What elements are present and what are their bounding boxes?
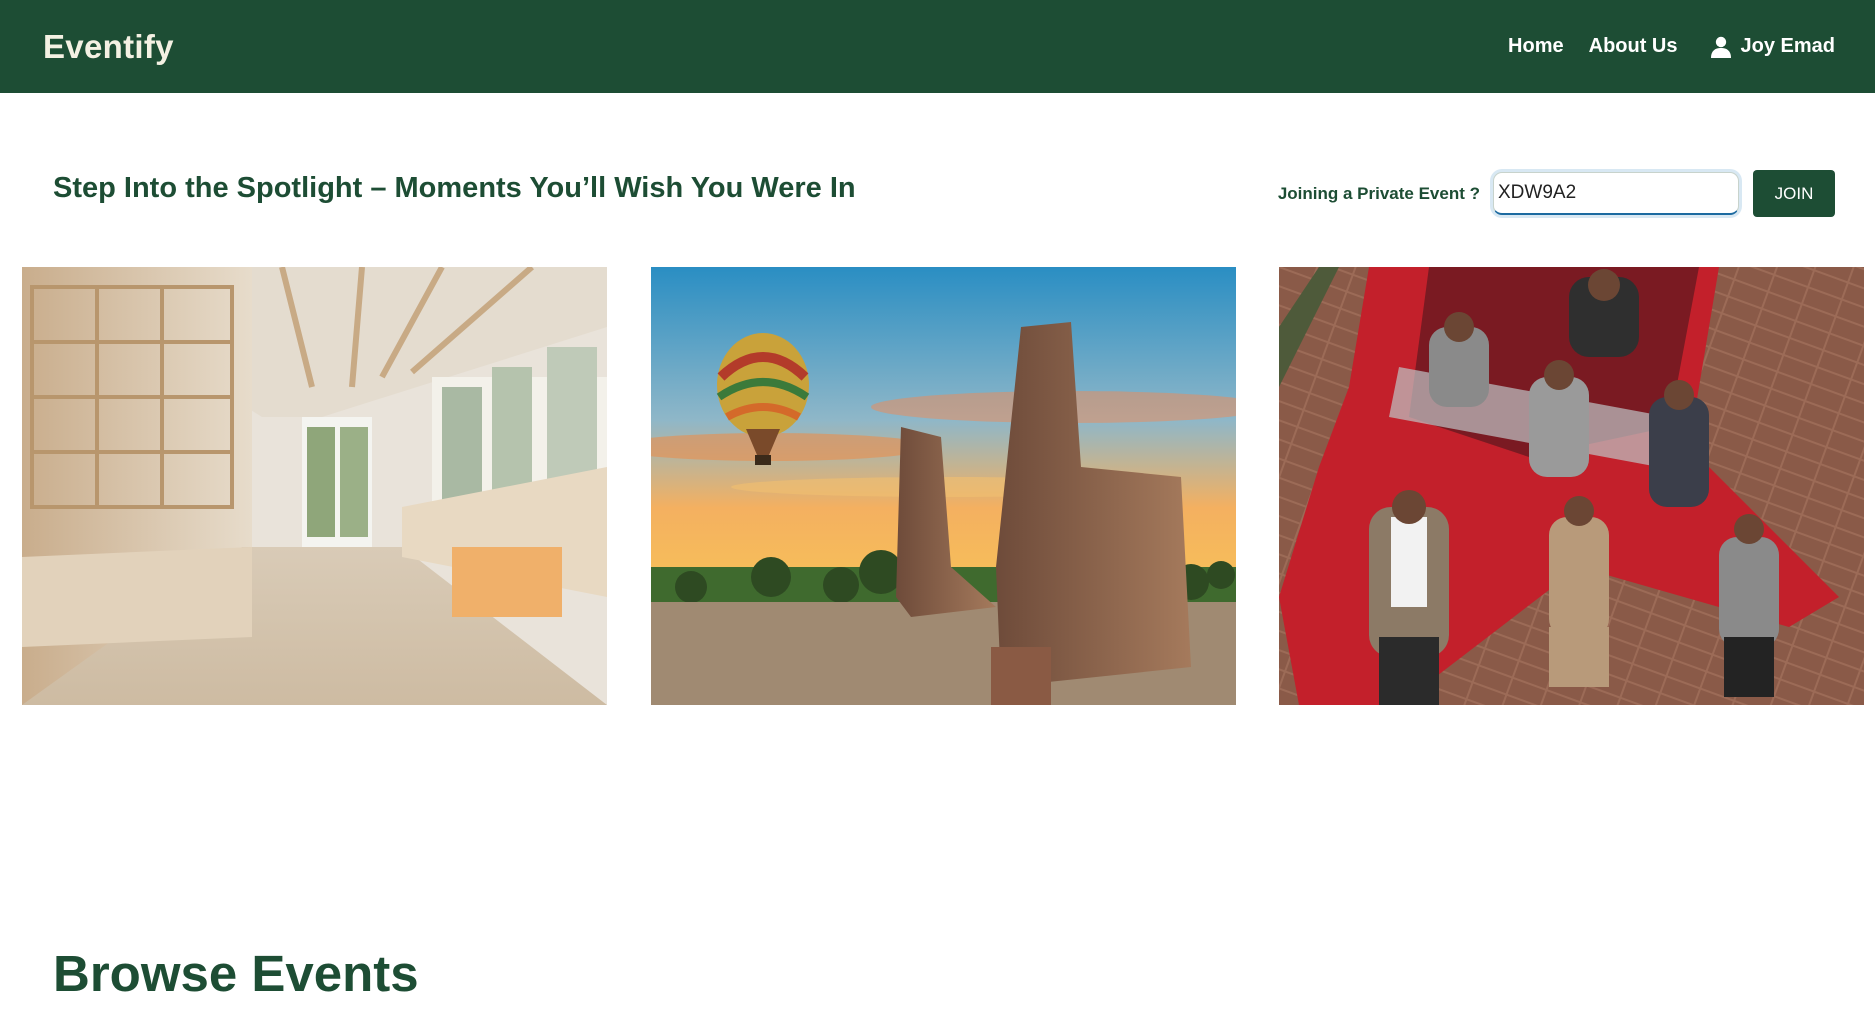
user-menu[interactable]: Joy Emad <box>1710 35 1835 58</box>
hero-tagline: Step Into the Spotlight – Moments You’ll… <box>53 172 856 204</box>
gallery-image-red-car <box>1279 267 1864 705</box>
gallery-image-interior <box>22 267 607 705</box>
browse-events-heading: Browse Events <box>53 945 419 1002</box>
nav-link-about-us[interactable]: About Us <box>1589 35 1678 58</box>
hero-gallery <box>22 267 1864 705</box>
navbar: Eventify Home About Us Joy Emad <box>0 0 1875 93</box>
join-button[interactable]: JOIN <box>1753 170 1835 217</box>
user-name: Joy Emad <box>1740 35 1835 57</box>
gallery-image-colossi <box>651 267 1236 705</box>
brand-logo[interactable]: Eventify <box>43 28 174 66</box>
private-event-label: Joining a Private Event ? <box>1277 183 1480 203</box>
nav-link-home[interactable]: Home <box>1508 35 1564 58</box>
event-code-input[interactable] <box>1493 172 1739 215</box>
user-icon <box>1710 36 1731 58</box>
private-event-form: Joining a Private Event ? JOIN <box>1278 170 1835 217</box>
nav-links: Home About Us Joy Emad <box>1508 35 1835 58</box>
